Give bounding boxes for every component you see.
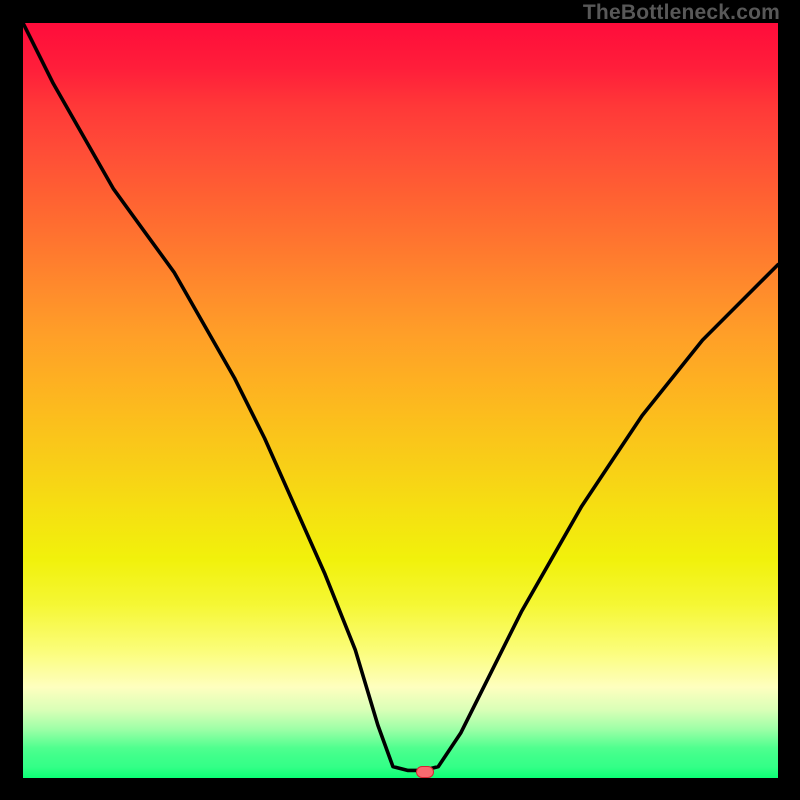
plot-area (23, 23, 778, 778)
chart-page: TheBottleneck.com (0, 0, 800, 800)
watermark-text: TheBottleneck.com (583, 1, 780, 25)
bottleneck-curve (23, 23, 778, 778)
curve-path (23, 23, 778, 770)
optimum-marker (416, 766, 434, 778)
